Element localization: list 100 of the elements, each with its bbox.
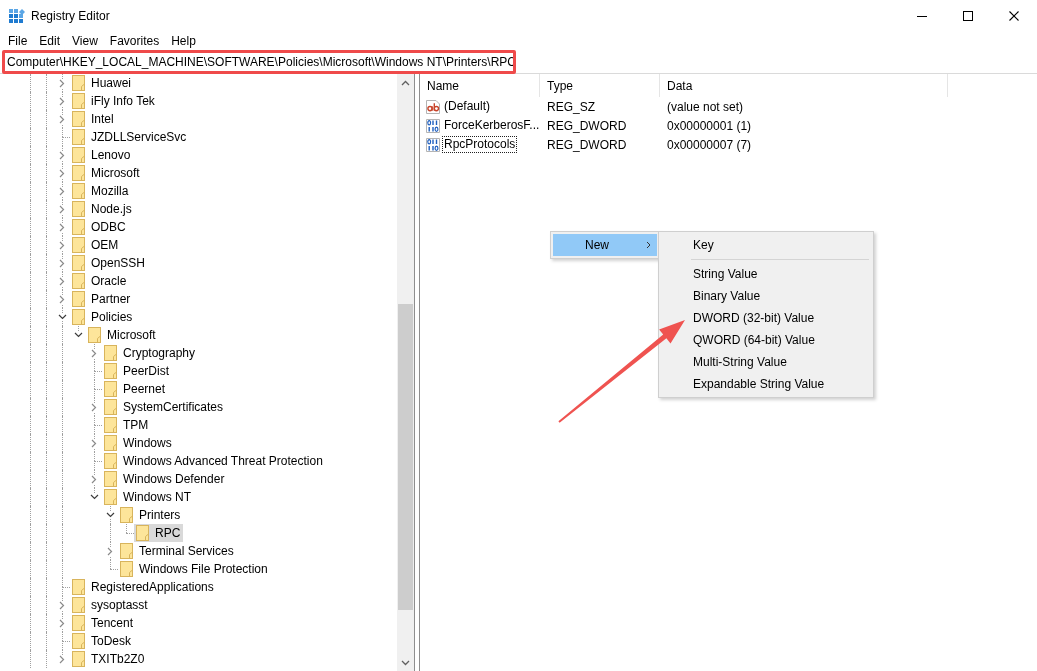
tree-item[interactable]: RegisteredApplications [70, 578, 217, 596]
folder-icon [72, 219, 85, 235]
tree-item[interactable]: Microsoft [70, 164, 143, 182]
folder-icon [72, 75, 85, 91]
chevron-right-icon[interactable] [59, 78, 65, 88]
column-header[interactable]: Data [660, 74, 948, 97]
chevron-up-icon[interactable] [401, 79, 410, 86]
tree-item[interactable]: Windows Advanced Threat Protection [102, 452, 326, 470]
chevron-right-icon[interactable] [59, 294, 65, 304]
folder-icon [104, 381, 117, 397]
chevron-right-icon[interactable] [59, 600, 65, 610]
value-name[interactable]: ForceKerberosF... [442, 117, 542, 134]
tree-item[interactable]: Partner [70, 290, 134, 308]
chevron-down-icon[interactable] [89, 494, 99, 500]
chevron-right-icon[interactable] [59, 150, 65, 160]
tree-item[interactable]: iFly Info Tek [70, 92, 158, 110]
tree-item[interactable]: Windows Defender [102, 470, 228, 488]
menu-item[interactable]: Help [165, 32, 202, 51]
close-icon [1009, 11, 1019, 21]
folder-icon [72, 633, 85, 649]
menu-item[interactable]: Favorites [103, 32, 166, 51]
value-name[interactable]: RpcProtocols [442, 136, 518, 153]
value-name[interactable]: (Default) [442, 98, 492, 115]
chevron-right-icon[interactable] [59, 276, 65, 286]
chevron-right-icon[interactable] [59, 654, 65, 664]
tree-item[interactable]: Windows [102, 434, 175, 452]
tree-item[interactable]: ODBC [70, 218, 129, 236]
folder-icon [72, 309, 85, 325]
folder-icon [104, 345, 117, 361]
chevron-right-icon[interactable] [59, 96, 65, 106]
vertical-scrollbar[interactable] [397, 74, 414, 671]
folder-icon [72, 579, 85, 595]
chevron-right-icon[interactable] [91, 402, 97, 412]
maximize-icon [963, 11, 973, 21]
tree-item[interactable]: Mozilla [70, 182, 132, 200]
folder-icon [104, 489, 117, 505]
window-title: Registry Editor [31, 8, 110, 25]
chevron-right-icon[interactable] [59, 258, 65, 268]
tree-item[interactable]: ToDesk [70, 632, 134, 650]
column-header[interactable]: Type [540, 74, 660, 97]
chevron-right-icon[interactable] [59, 204, 65, 214]
chevron-down-icon[interactable] [105, 512, 115, 518]
folder-icon [120, 561, 133, 577]
scroll-thumb[interactable] [398, 304, 413, 610]
chevron-right-icon[interactable] [59, 186, 65, 196]
chevron-down-icon[interactable] [73, 332, 83, 338]
chevron-down-icon[interactable] [57, 314, 67, 320]
chevron-right-icon[interactable] [59, 168, 65, 178]
tree-item[interactable]: Windows NT [102, 488, 194, 506]
folder-icon [88, 327, 101, 343]
folder-icon [72, 111, 85, 127]
folder-icon [104, 417, 117, 433]
chevron-right-icon[interactable] [91, 348, 97, 358]
tree-item[interactable]: RPC [134, 524, 184, 542]
cube-grid-icon [9, 9, 25, 23]
column-header[interactable]: Name [420, 74, 540, 97]
ab-letters-icon [425, 98, 441, 115]
menu-item[interactable]: Edit [33, 32, 67, 51]
chevron-right-icon[interactable] [91, 474, 97, 484]
folder-icon [72, 273, 85, 289]
tree-item[interactable]: PeerDist [102, 362, 172, 380]
chevron-right-icon[interactable] [59, 222, 65, 232]
tree-item[interactable]: Node.js [70, 200, 135, 218]
folder-icon [72, 291, 85, 307]
folder-icon [72, 255, 85, 271]
value-type: REG_DWORD [546, 117, 628, 135]
menu-item[interactable]: View [66, 32, 104, 51]
folder-icon [72, 597, 85, 613]
folder-icon [72, 615, 85, 631]
chevron-right-icon[interactable] [91, 438, 97, 448]
folder-icon [72, 183, 85, 199]
folder-icon [72, 651, 85, 667]
value-type: REG_DWORD [546, 136, 628, 154]
folder-icon [104, 435, 117, 451]
folder-icon [72, 147, 85, 163]
folder-icon [104, 453, 117, 469]
chevron-right-icon[interactable] [59, 618, 65, 628]
binary-digits-icon [425, 136, 441, 153]
folder-icon [72, 237, 85, 253]
tree-item[interactable]: Terminal Services [118, 542, 237, 560]
minimize-icon [917, 15, 927, 17]
context-menu-item[interactable]: New [553, 234, 657, 256]
chevron-right-icon[interactable] [59, 114, 65, 124]
folder-icon [72, 93, 85, 109]
tree-item[interactable]: Microsoft [86, 326, 159, 344]
binary-digits-icon [425, 117, 441, 134]
folder-icon [104, 363, 117, 379]
chevron-right-icon[interactable] [59, 240, 65, 250]
menu-item[interactable]: File [2, 32, 34, 51]
value-data: 0x00000001 (1) [666, 117, 753, 135]
folder-icon [120, 543, 133, 559]
chevron-down-icon[interactable] [401, 659, 410, 666]
folder-icon [72, 165, 85, 181]
tree-item[interactable]: sysoptasst [70, 596, 151, 614]
folder-icon [72, 129, 85, 145]
folder-icon [120, 507, 133, 523]
chevron-right-icon[interactable] [107, 546, 113, 556]
address-field[interactable]: Computer\HKEY_LOCAL_MACHINE\SOFTWARE\Policies\Microsoft\Windows NT\Printers\RPC [0, 51, 1037, 73]
value-data: (value not set) [666, 98, 745, 116]
folder-icon [72, 201, 85, 217]
